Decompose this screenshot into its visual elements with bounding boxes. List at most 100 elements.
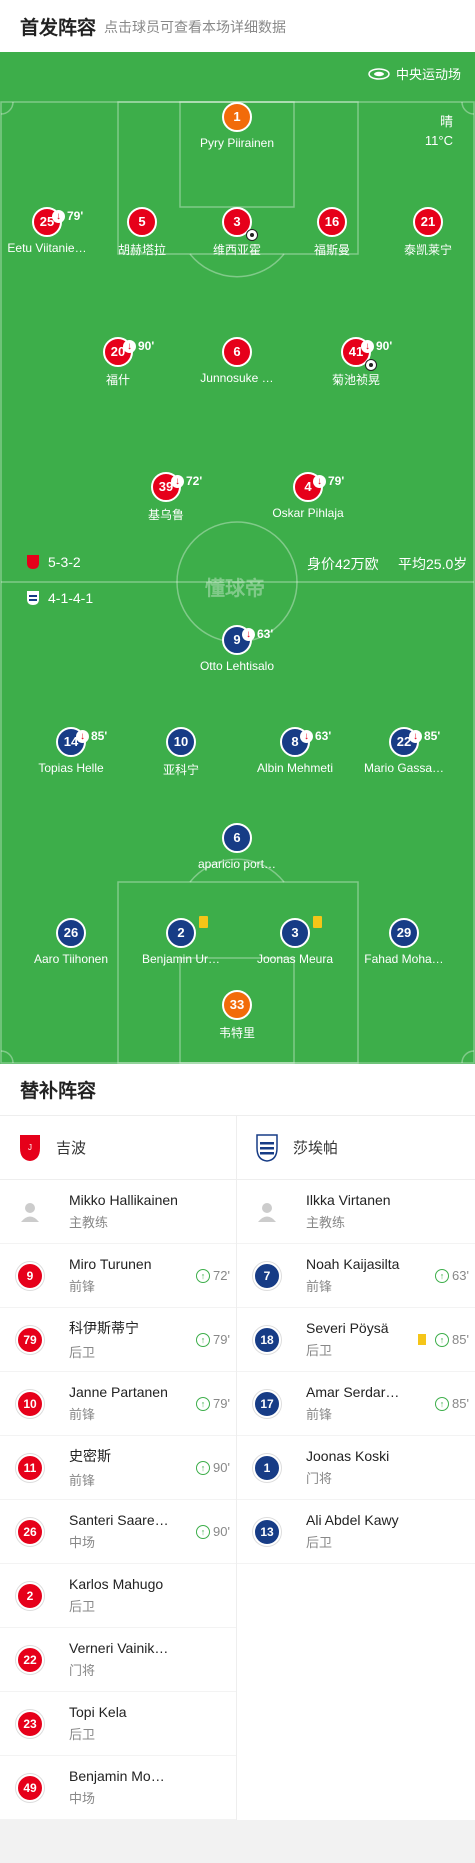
svg-text:J: J (28, 1143, 32, 1152)
sub-on-icon: ↑ (196, 1268, 211, 1283)
player-name: 泰凯莱宁 (403, 243, 452, 257)
team-market-value: 身价42万欧 (307, 556, 379, 572)
player-number-badge: 39 ↓ 72' (151, 472, 202, 502)
goal-ball-icon (365, 359, 377, 371)
home-bench-row[interactable]: 26 Santeri Saare… 中场 ↑ 90' (0, 1500, 236, 1564)
pitch-player-2[interactable]: 2 Benjamin Ur… (126, 916, 236, 966)
home-bench-row[interactable]: 23 Topi Kela 后卫 (0, 1692, 236, 1756)
player-number-badge: 13 (253, 1517, 281, 1546)
pitch-player-39[interactable]: 39 ↓ 72' 基乌鲁 (111, 472, 221, 523)
sub-off-icon: ↓ (313, 474, 326, 488)
home-formation: 5-3-2 (26, 554, 81, 570)
pitch-player-33[interactable]: 33 韦特里 (182, 990, 292, 1041)
away-team-header[interactable]: 莎埃帕 (237, 1116, 475, 1180)
away-bench-row[interactable]: 1 Joonas Koski 门将 (237, 1436, 475, 1500)
pitch-player-9[interactable]: 9 ↓ 63' Otto Lehtisalo (182, 625, 292, 673)
player-number-badge: 7 (253, 1261, 281, 1290)
pitch-player-21[interactable]: 21 泰凯莱宁 (373, 207, 475, 258)
coach-role: 主教练 (69, 1215, 109, 1230)
substitution-marker: ↑ 85' (418, 1332, 469, 1347)
pitch-player-4[interactable]: 4 ↓ 79' Oskar Pihlaja (253, 472, 363, 520)
player-number: 5 (138, 214, 146, 229)
home-team-header[interactable]: J 吉波 (0, 1116, 236, 1180)
pitch-player-16[interactable]: 16 福斯曼 (277, 207, 387, 258)
player-position: 门将 (306, 1471, 333, 1486)
away-bench-row[interactable]: 13 Ali Abdel Kawy 后卫 (237, 1500, 475, 1564)
pitch-player-6[interactable]: 6 aparicio port… (182, 823, 292, 871)
home-bench-row[interactable]: 9 Miro Turunen 前锋 ↑ 72' (0, 1244, 236, 1308)
away-formation: 4-1-4-1 (26, 590, 93, 606)
player-name: Joonas Meura (256, 952, 334, 966)
home-bench-row[interactable]: 2 Karlos Mahugo 后卫 (0, 1564, 236, 1628)
player-number-badge: 2 (16, 1581, 44, 1610)
substitution-time: 72' (186, 474, 203, 488)
pitch-player-6[interactable]: 6 Junnosuke … (182, 337, 292, 385)
player-number-badge: 3 (222, 207, 258, 241)
player-number-badge: 10 (166, 727, 196, 757)
player-number: 9 (233, 632, 241, 647)
player-number: 6 (233, 344, 241, 359)
home-bench-row[interactable]: 49 Benjamin Mo… 中场 (0, 1756, 236, 1820)
team-average-age: 平均25.0岁 (398, 556, 468, 572)
player-name: 菊池祯晃 (331, 373, 380, 387)
player-name: Fahad Moha… (364, 952, 444, 966)
player-number-badge: 26 (16, 1517, 44, 1546)
pitch-player-8[interactable]: 8 ↓ 63' Albin Mehmeti (240, 727, 350, 775)
sub-on-icon: ↑ (196, 1524, 211, 1539)
player-number-badge: 79 (16, 1325, 44, 1354)
page-title: 首发阵容 (20, 17, 97, 39)
pitch-player-29[interactable]: 29 Fahad Moha… (349, 918, 459, 966)
player-number-badge: 49 (16, 1773, 44, 1802)
watermark: 懂球帝 (205, 578, 265, 600)
player-name: Oskar Pihlaja (272, 506, 344, 520)
pitch-player-14[interactable]: 14 ↓ 85' Topias Helle (16, 727, 126, 775)
player-number-badge: 3 (280, 916, 322, 948)
away-team-name: 莎埃帕 (293, 1140, 339, 1157)
pitch-player-26[interactable]: 26 Aaro Tiihonen (16, 918, 126, 966)
substitution-marker: ↑ 79' (196, 1332, 230, 1347)
sub-off-icon: ↓ (242, 627, 255, 641)
pitch-player-20[interactable]: 20 ↓ 90' 福什 (63, 337, 173, 388)
pitch-player-3[interactable]: 3 维西亚霍 (182, 207, 292, 258)
away-coach-row[interactable]: Ilkka Virtanen 主教练 (237, 1180, 475, 1244)
venue-info: 中央运动场 (368, 64, 461, 83)
pitch-player-1[interactable]: 1 Pyry Piirainen (182, 102, 292, 150)
away-bench-row[interactable]: 18 Severi Pöysä 后卫 ↑ 85' (237, 1308, 475, 1372)
home-bench-row[interactable]: 22 Verneri Vainik… 门将 (0, 1628, 236, 1692)
away-bench-row[interactable]: 7 Noah Kaijasilta 前锋 ↑ 63' (237, 1244, 475, 1308)
player-number-badge: 18 (253, 1325, 281, 1354)
player-number: 6 (233, 830, 241, 845)
player-number-badge: 8 ↓ 63' (280, 727, 331, 757)
player-number: 29 (396, 925, 412, 940)
substitution-marker: ↓ 63' (242, 621, 273, 647)
home-coach-row[interactable]: Mikko Hallikainen 主教练 (0, 1180, 236, 1244)
pitch-player-41[interactable]: 41 ↓ 90' 菊池祯晃 (301, 337, 411, 388)
substitution-time: 90' (213, 1460, 230, 1475)
weather-info: 晴 11°C (425, 112, 453, 150)
substitution-marker: ↑ 90' (196, 1524, 230, 1539)
player-number-badge: 4 ↓ 79' (293, 472, 344, 502)
pitch-player-5[interactable]: 5 胡赫塔拉 (87, 207, 197, 258)
home-bench-row[interactable]: 11 史密斯 前锋 ↑ 90' (0, 1436, 236, 1500)
substitution-time: 79' (213, 1332, 230, 1347)
player-number: 1 (233, 109, 241, 124)
substitution-time: 85' (91, 729, 108, 743)
home-bench-row[interactable]: 10 Janne Partanen 前锋 ↑ 79' (0, 1372, 236, 1436)
player-name: 基乌鲁 (147, 508, 184, 522)
player-number-badge: 6 (222, 337, 252, 367)
substitution-marker: ↑ 79' (196, 1396, 230, 1411)
away-bench-row[interactable]: 17 Amar Serdar… 前锋 ↑ 85' (237, 1372, 475, 1436)
yellow-card-icon (418, 1334, 427, 1345)
pitch-player-10[interactable]: 10 亚科宁 (126, 727, 236, 778)
player-number-badge: 14 ↓ 85' (56, 727, 107, 757)
home-bench-row[interactable]: 79 科伊斯蒂宁 后卫 ↑ 79' (0, 1308, 236, 1372)
player-number-badge: 11 (16, 1453, 44, 1482)
substitution-marker: ↑ 72' (196, 1268, 230, 1283)
sub-on-icon: ↑ (196, 1332, 211, 1347)
player-name: 福什 (105, 373, 130, 387)
weather-condition: 晴 (439, 114, 453, 129)
coach-avatar-icon (253, 1198, 281, 1226)
pitch-player-22[interactable]: 22 ↓ 85' Mario Gassa… (349, 727, 459, 775)
pitch-player-3[interactable]: 3 Joonas Meura (240, 916, 350, 966)
player-number-badge: 23 (16, 1709, 44, 1738)
